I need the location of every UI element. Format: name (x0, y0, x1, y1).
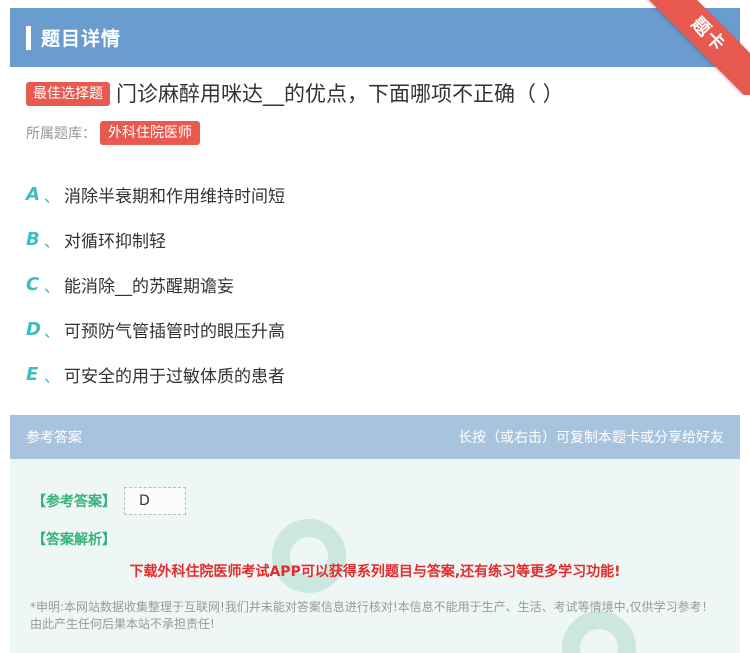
option-d[interactable]: D 、 可预防气管插管时的眼压升高 (26, 307, 716, 352)
question-line: 最佳选择题 门诊麻醉用咪达__的优点，下面哪项不正确（ ） (26, 80, 716, 108)
option-letter: D (26, 319, 41, 340)
option-separator: 、 (44, 186, 61, 206)
option-separator: 、 (44, 276, 61, 296)
option-separator: 、 (44, 321, 61, 341)
question-bank-line: 所属题库： 外科住院医师 (26, 121, 200, 145)
reference-answer-value: D (124, 487, 186, 515)
disclaimer-text: *申明:本网站数据收集整理于互联网!我们并未能对答案信息进行核对!本信息不能用于… (30, 600, 714, 631)
answer-header: 参考答案 长按（或右击）可复制本题卡或分享给好友 (10, 415, 740, 459)
option-letter: B (26, 229, 40, 250)
option-text: 能消除__的苏醒期谵妄 (64, 277, 234, 297)
option-c[interactable]: C 、 能消除__的苏醒期谵妄 (26, 262, 716, 307)
bank-badge[interactable]: 外科住院医师 (100, 121, 200, 145)
option-text: 可预防气管插管时的眼压升高 (64, 322, 285, 342)
page-title: 题目详情 (41, 28, 122, 50)
header-bar: 题目详情 (10, 8, 740, 67)
reference-answer: 【参考答案】 D (32, 487, 186, 515)
option-b[interactable]: B 、 对循环抑制轻 (26, 217, 716, 262)
answer-header-title: 参考答案 (26, 430, 82, 446)
header-accent-bar (26, 25, 31, 50)
option-separator: 、 (44, 366, 61, 386)
answer-panel: 【参考答案】 D 【答案解析】 下载外科住院医师考试APP可以获得系列题目与答案… (10, 459, 740, 653)
option-letter: A (26, 184, 40, 205)
reference-answer-label: 【参考答案】 (32, 494, 116, 510)
copy-share-hint: 长按（或右击）可复制本题卡或分享给好友 (458, 430, 724, 446)
option-letter: E (26, 364, 39, 385)
option-text: 可安全的用于过敏体质的患者 (64, 367, 285, 387)
question-type-badge: 最佳选择题 (26, 82, 110, 106)
option-letter: C (26, 274, 40, 295)
option-text: 消除半衰期和作用维持时间短 (64, 187, 285, 207)
watermark-circle (272, 519, 346, 593)
option-e[interactable]: E 、 可安全的用于过敏体质的患者 (26, 352, 716, 397)
option-separator: 、 (44, 231, 61, 251)
option-a[interactable]: A 、 消除半衰期和作用维持时间短 (26, 172, 716, 217)
option-text: 对循环抑制轻 (64, 232, 166, 252)
app-download-promo[interactable]: 下载外科住院医师考试APP可以获得系列题目与答案,还有练习等更多学习功能! (10, 561, 740, 581)
options-list: A 、 消除半衰期和作用维持时间短 B 、 对循环抑制轻 C 、 能消除__的苏… (26, 172, 716, 397)
bank-label: 所属题库： (26, 126, 96, 142)
answer-analysis-label: 【答案解析】 (32, 532, 116, 548)
question-text: 门诊麻醉用咪达__的优点，下面哪项不正确（ ） (116, 82, 564, 106)
